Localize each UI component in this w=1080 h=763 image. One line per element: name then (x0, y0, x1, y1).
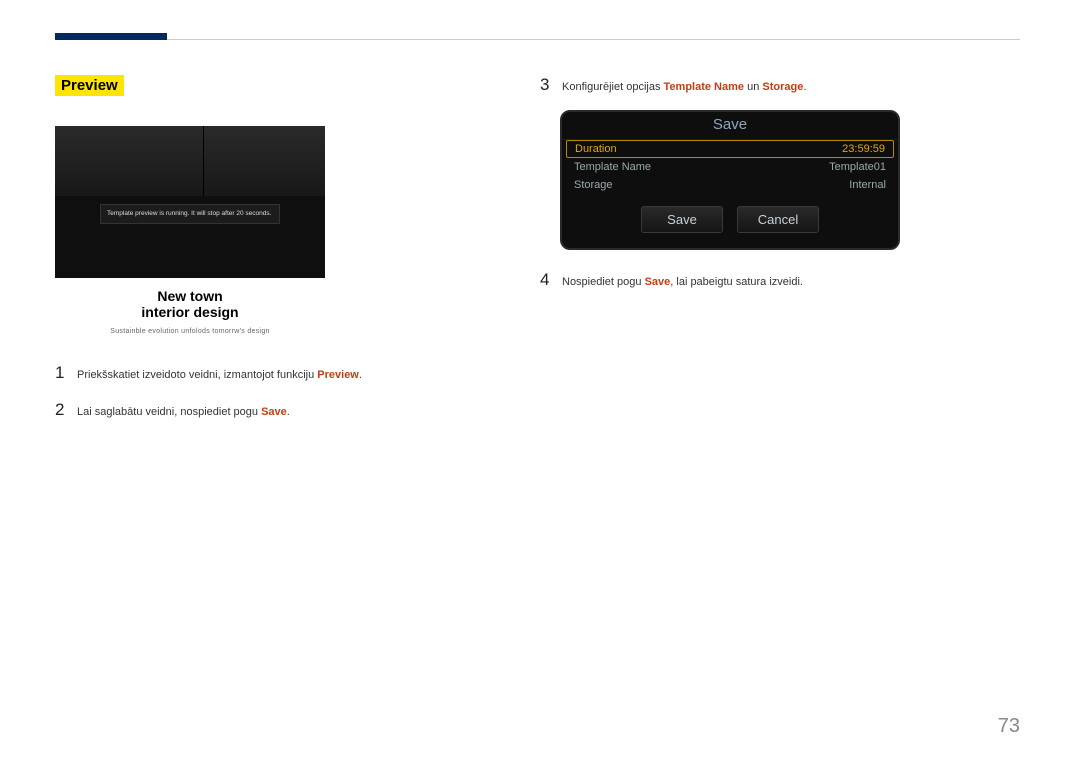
save-row-duration: Duration 23:59:59 (566, 140, 894, 158)
preview-upper (55, 126, 325, 196)
storage-label: Storage (574, 179, 613, 191)
save-dialog-buttons: Save Cancel (562, 206, 898, 233)
step-4-number: 4 (540, 270, 562, 290)
step-1-pre: Priekšskatiet izveidoto veidni, izmantoj… (77, 369, 317, 381)
template-name-label: Template Name (574, 161, 651, 173)
step-1-highlight: Preview (317, 369, 359, 381)
step-3: 3 Konfigurējiet opcijas Template Name un… (540, 75, 1020, 96)
dialog-cancel-button: Cancel (737, 206, 819, 233)
step-2-post: . (287, 406, 290, 418)
step-3-mid: un (744, 81, 762, 93)
storage-value: Internal (849, 179, 886, 191)
step-1: 1 Priekšskatiet izveidoto veidni, izmant… (55, 363, 495, 384)
duration-value: 23:59:59 (842, 143, 885, 155)
step-1-text: Priekšskatiet izveidoto veidni, izmantoj… (77, 367, 362, 384)
section-title-preview: Preview (55, 75, 124, 96)
caption-line-1: New town (55, 288, 325, 304)
step-1-number: 1 (55, 363, 77, 383)
right-column: 3 Konfigurējiet opcijas Template Name un… (540, 75, 1020, 290)
step-1-post: . (359, 369, 362, 381)
step-4-text: Nospiediet pogu Save, lai pabeigtu satur… (562, 274, 803, 291)
caption-tagline: Sustainble evolution unfolods tomorrw's … (55, 328, 325, 335)
save-row-storage: Storage Internal (562, 176, 898, 194)
step-2-text: Lai saglabātu veidni, nospiediet pogu Sa… (77, 404, 290, 421)
step-3-number: 3 (540, 75, 562, 95)
step-3-text: Konfigurējiet opcijas Template Name un S… (562, 79, 806, 96)
step-3-pre: Konfigurējiet opcijas (562, 81, 664, 93)
header-accent-bar (55, 33, 167, 40)
preview-panel-left (55, 126, 204, 196)
dialog-save-button: Save (641, 206, 723, 233)
step-2: 2 Lai saglabātu veidni, nospiediet pogu … (55, 400, 495, 421)
left-column: Preview Template preview is running. It … (55, 75, 495, 420)
page-number: 73 (998, 715, 1020, 738)
save-dialog-title: Save (562, 112, 898, 140)
step-4: 4 Nospiediet pogu Save, lai pabeigtu sat… (540, 270, 1020, 291)
preview-running-notice: Template preview is running. It will sto… (100, 204, 280, 224)
preview-caption: New town interior design Sustainble evol… (55, 288, 325, 335)
step-2-number: 2 (55, 400, 77, 420)
save-row-template-name: Template Name Template01 (562, 158, 898, 176)
caption-line-2: interior design (55, 304, 325, 320)
save-dialog-screenshot: Save Duration 23:59:59 Template Name Tem… (560, 110, 900, 250)
step-3-highlight-2: Storage (762, 81, 803, 93)
step-2-pre: Lai saglabātu veidni, nospiediet pogu (77, 406, 261, 418)
preview-screenshot: Template preview is running. It will sto… (55, 126, 325, 278)
duration-label: Duration (575, 143, 617, 155)
header-divider (55, 39, 1020, 40)
step-2-highlight: Save (261, 406, 287, 418)
step-4-pre: Nospiediet pogu (562, 276, 645, 288)
step-3-highlight-1: Template Name (664, 81, 745, 93)
step-4-post: , lai pabeigtu satura izveidi. (670, 276, 803, 288)
template-name-value: Template01 (829, 161, 886, 173)
step-4-highlight: Save (645, 276, 671, 288)
step-3-post: . (803, 81, 806, 93)
preview-panel-right (204, 126, 325, 196)
